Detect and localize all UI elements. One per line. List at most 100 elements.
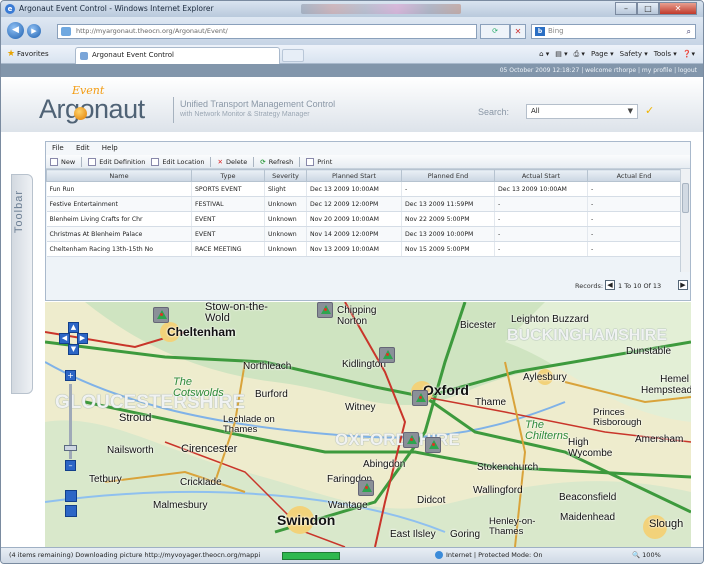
download-progress-bar xyxy=(282,552,340,560)
town-label: Goring xyxy=(450,529,481,540)
grid-header-row: Name Type Severity Planned Start Planned End… xyxy=(46,169,680,182)
town-label: Northleach xyxy=(243,361,292,372)
town-label: Dunstable xyxy=(626,346,672,357)
town-label: Cheltenham xyxy=(167,325,236,339)
security-zone[interactable]: Internet | Protected Mode: On xyxy=(435,548,543,563)
grid-scrollbar[interactable] xyxy=(680,169,690,272)
table-row[interactable]: Blenheim Living Crafts for Chr EVENT Unkno… xyxy=(46,211,680,227)
town-label: Amersham xyxy=(635,434,684,445)
menu-edit[interactable]: Edit xyxy=(76,144,90,152)
column-header[interactable]: Planned Start xyxy=(306,169,402,182)
table-cell: - xyxy=(587,196,680,212)
pan-down-button[interactable]: ▼ xyxy=(68,344,79,355)
toolbar-side-tab[interactable]: Toolbar xyxy=(11,174,33,394)
table-cell: - xyxy=(494,241,588,257)
column-header[interactable]: Actual End xyxy=(587,169,680,182)
search-select[interactable]: All ▼ xyxy=(526,104,638,119)
map-type-button[interactable] xyxy=(65,490,77,502)
address-bar[interactable]: http://myargonaut.theocn.org/Argonaut/Ev… xyxy=(57,24,477,39)
browser-tab[interactable]: Argonaut Event Control xyxy=(75,47,280,64)
status-bar: (4 items remaining) Downloading picture … xyxy=(1,547,703,563)
previous-page-button[interactable]: ◀ xyxy=(605,280,615,290)
delete-button[interactable]: ✕ Delete xyxy=(217,155,247,169)
zoom-level-text: 100% xyxy=(642,551,661,559)
search-go-icon[interactable]: ⌕ xyxy=(687,25,691,38)
edit-location-icon xyxy=(151,157,160,166)
next-page-button[interactable]: ▶ xyxy=(678,280,688,290)
favorites-button[interactable]: ★ Favorites xyxy=(7,48,49,61)
help-icon[interactable]: ❓▾ xyxy=(683,48,695,61)
event-marker[interactable] xyxy=(358,480,374,496)
event-marker[interactable] xyxy=(403,432,419,448)
event-marker[interactable] xyxy=(412,390,428,406)
event-marker[interactable] xyxy=(153,307,169,323)
edit-definition-button[interactable]: Edit Definition xyxy=(88,155,145,169)
minimize-button[interactable]: – xyxy=(615,2,637,15)
close-window-button[interactable]: ✕ xyxy=(659,2,697,15)
edit-definition-label: Edit Definition xyxy=(99,157,146,166)
grid-scroll-thumb[interactable] xyxy=(682,183,689,213)
refresh-grid-button[interactable]: ⟳ Refresh xyxy=(260,155,293,169)
event-marker[interactable] xyxy=(425,437,441,453)
table-cell: RACE MEETING xyxy=(191,241,265,257)
refresh-button[interactable]: ⟳ xyxy=(480,24,510,39)
column-header[interactable]: Severity xyxy=(264,169,307,182)
print-button[interactable]: Print xyxy=(306,155,332,169)
navigation-bar: ◀ ▶ http://myargonaut.theocn.org/Argonau… xyxy=(1,17,703,45)
page-menu[interactable]: Page ▾ xyxy=(591,48,614,61)
menu-help[interactable]: Help xyxy=(102,144,118,152)
table-row[interactable]: Fun Run SPORTS EVENT Slight Dec 13 2009 10:… xyxy=(46,181,680,197)
page-icon xyxy=(61,27,71,36)
status-text: (4 items remaining) Downloading picture … xyxy=(9,551,261,559)
chevron-down-icon: ▼ xyxy=(627,107,633,115)
table-cell: Blenheim Living Crafts for Chr xyxy=(46,211,192,227)
tab-label: Argonaut Event Control xyxy=(92,51,174,59)
pan-left-button[interactable]: ◀ xyxy=(59,333,70,344)
table-cell: EVENT xyxy=(191,211,265,227)
town-label: Thame xyxy=(475,397,507,408)
zoom-in-button[interactable]: + xyxy=(65,370,76,381)
records-label: Records: xyxy=(575,282,604,290)
menu-file[interactable]: File xyxy=(52,144,64,152)
toolbar-separator xyxy=(81,156,83,167)
new-button[interactable]: New xyxy=(50,155,75,169)
table-row[interactable]: Christmas At Blenheim Palace EVENT Unknown… xyxy=(46,226,680,242)
toolbar-separator xyxy=(253,156,255,167)
tools-menu[interactable]: Tools ▾ xyxy=(654,48,677,61)
town-label: Stokenchurch xyxy=(477,462,539,473)
forward-button[interactable]: ▶ xyxy=(27,24,41,38)
map-type-button[interactable] xyxy=(65,505,77,517)
column-header[interactable]: Type xyxy=(191,169,265,182)
zoom-slider-thumb[interactable] xyxy=(64,445,77,451)
search-check-icon[interactable]: ✓ xyxy=(645,104,654,117)
pan-right-button[interactable]: ▶ xyxy=(77,333,88,344)
column-header[interactable]: Actual Start xyxy=(494,169,588,182)
town-label: Stroud xyxy=(119,412,152,424)
table-cell: Dec 13 2009 10:00AM xyxy=(494,181,588,197)
column-header[interactable]: Planned End xyxy=(401,169,495,182)
address-url: http://myargonaut.theocn.org/Argonaut/Ev… xyxy=(76,27,228,35)
pan-up-button[interactable]: ▲ xyxy=(68,322,79,333)
event-map[interactable]: GLOUCESTERSHIRE OXFORDSHIRE BUCKINGHAMSH… xyxy=(45,302,691,547)
column-header[interactable]: Name xyxy=(46,169,192,182)
zoom-level[interactable]: 🔍 100% xyxy=(632,548,661,563)
print-icon[interactable]: ⎙ ▾ xyxy=(574,48,585,61)
toolbar-tab-label: Toolbar xyxy=(13,190,25,234)
home-icon[interactable]: ⌂ ▾ xyxy=(539,48,549,61)
ie-icon: e xyxy=(5,4,15,14)
stop-button[interactable]: ✕ xyxy=(510,24,526,39)
logo-main-text: Argonaut xyxy=(39,94,145,124)
table-cell: FESTIVAL xyxy=(191,196,265,212)
web-search-box[interactable]: b Bing ⌕ xyxy=(531,24,696,39)
event-marker[interactable] xyxy=(317,302,333,318)
edit-location-button[interactable]: Edit Location xyxy=(151,155,204,169)
back-button[interactable]: ◀ xyxy=(7,22,24,39)
zoom-out-button[interactable]: – xyxy=(65,460,76,471)
table-row[interactable]: Festive Entertainment FESTIVAL Unknown Dec … xyxy=(46,196,680,212)
feeds-icon[interactable]: ▤ ▾ xyxy=(555,48,567,61)
event-marker[interactable] xyxy=(379,347,395,363)
new-tab-button[interactable] xyxy=(282,49,304,62)
table-row[interactable]: Cheltenham Racing 13th-15th No RACE MEETI… xyxy=(46,241,680,257)
safety-menu[interactable]: Safety ▾ xyxy=(620,48,648,61)
maximize-button[interactable]: □ xyxy=(637,2,659,15)
